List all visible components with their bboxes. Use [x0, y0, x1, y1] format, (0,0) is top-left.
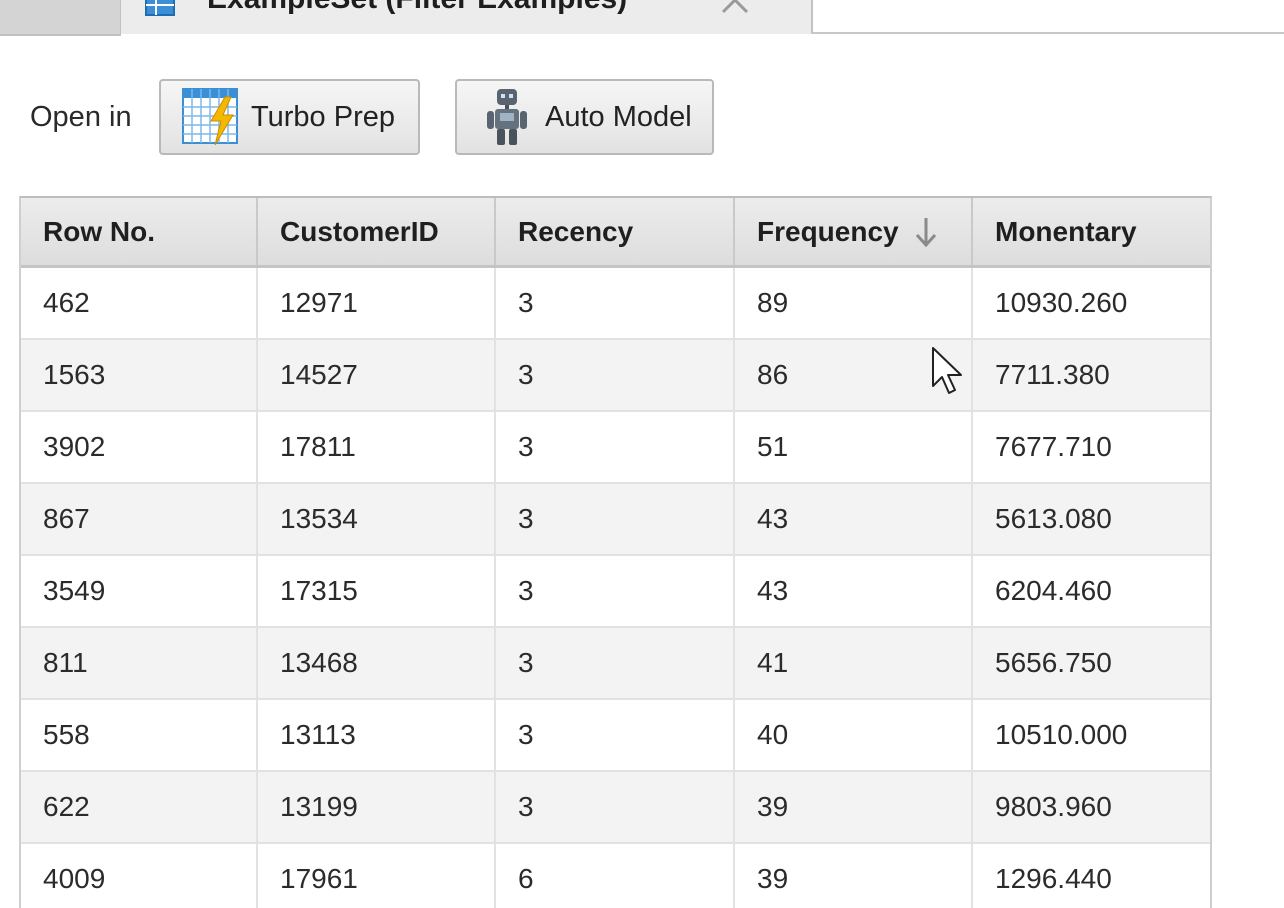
- table-row[interactable]: 462 12971 3 89 10930.260: [21, 268, 1210, 340]
- table-cell: 1563: [21, 340, 258, 410]
- turbo-prep-icon: [182, 88, 238, 146]
- table-cell: 3: [496, 556, 735, 626]
- table-cell: 622: [21, 772, 258, 842]
- table-cell: 86: [735, 340, 973, 410]
- column-header-label: CustomerID: [280, 215, 439, 247]
- table-cell: 10930.260: [995, 287, 1128, 318]
- table-cell: 14527: [258, 340, 496, 410]
- table-cell: 3: [496, 628, 735, 698]
- table-cell: 39: [735, 844, 973, 908]
- table-cell: 3: [496, 340, 735, 410]
- table-cell: 17315: [258, 556, 496, 626]
- table-cell: 3: [496, 484, 735, 554]
- open-in-label: Open in: [30, 101, 132, 133]
- tab-strip: ExampleSet (Filter Examples): [0, 0, 1284, 36]
- table-cell: 3902: [21, 412, 258, 482]
- column-header-label: Row No.: [43, 215, 155, 247]
- table-cell: 5613.080: [995, 503, 1112, 534]
- data-table: Row No. CustomerID Recency Frequency Mon…: [19, 196, 1212, 908]
- table-row[interactable]: 622 13199 3 39 9803.960: [21, 772, 1210, 844]
- table-row[interactable]: 1563 14527 3 86 7711.380: [21, 340, 1210, 412]
- robot-icon: [487, 89, 527, 145]
- table-cell: 51: [735, 412, 973, 482]
- table-cell: 89: [735, 268, 973, 338]
- table-cell: 811: [21, 628, 258, 698]
- table-cell: 867: [21, 484, 258, 554]
- auto-model-label: Auto Model: [545, 100, 692, 133]
- table-cell: 13534: [258, 484, 496, 554]
- table-cell: 43: [735, 484, 973, 554]
- turbo-prep-label: Turbo Prep: [251, 100, 395, 133]
- table-cell: 41: [735, 628, 973, 698]
- auto-model-button[interactable]: Auto Model: [455, 79, 714, 155]
- table-cell: 462: [21, 268, 258, 338]
- column-header-row-no[interactable]: Row No.: [21, 198, 258, 265]
- table-cell: 3: [496, 772, 735, 842]
- close-icon[interactable]: [717, 0, 753, 18]
- table-row[interactable]: 811 13468 3 41 5656.750: [21, 628, 1210, 700]
- table-cell: 3: [496, 268, 735, 338]
- table-cell: 13199: [258, 772, 496, 842]
- table-cell: 13113: [258, 700, 496, 770]
- tab-previous[interactable]: [0, 0, 121, 36]
- table-cell: 17811: [258, 412, 496, 482]
- table-cell: 6204.460: [995, 575, 1112, 606]
- column-header-label: Recency: [518, 215, 634, 247]
- table-header: Row No. CustomerID Recency Frequency Mon…: [21, 198, 1210, 268]
- table-cell: 4009: [21, 844, 258, 908]
- column-header-recency[interactable]: Recency: [496, 198, 735, 265]
- column-header-monentary[interactable]: Monentary: [973, 198, 1210, 265]
- column-header-label: Monentary: [995, 215, 1137, 247]
- table-cell: 13468: [258, 628, 496, 698]
- turbo-prep-button[interactable]: Turbo Prep: [159, 79, 420, 155]
- tab-title: ExampleSet (Filter Examples): [207, 0, 627, 16]
- table-cell: 3: [496, 700, 735, 770]
- column-header-label: Frequency: [757, 215, 899, 247]
- table-cell: 7677.710: [995, 431, 1112, 462]
- table-cell: 7711.380: [995, 359, 1110, 390]
- table-row[interactable]: 558 13113 3 40 10510.000: [21, 700, 1210, 772]
- table-cell: 1296.440: [995, 863, 1112, 894]
- table-cell: 3: [496, 412, 735, 482]
- table-cell: 43: [735, 556, 973, 626]
- table-cell: 6: [496, 844, 735, 908]
- table-icon: [145, 0, 175, 16]
- table-cell: 558: [21, 700, 258, 770]
- table-cell: 10510.000: [995, 719, 1128, 750]
- column-header-customerid[interactable]: CustomerID: [258, 198, 496, 265]
- sort-down-arrow-icon: [915, 217, 936, 247]
- table-cell: 5656.750: [995, 647, 1112, 678]
- table-row[interactable]: 867 13534 3 43 5613.080: [21, 484, 1210, 556]
- table-cell: 9803.960: [995, 791, 1112, 822]
- tab-exampleset-filter-examples[interactable]: ExampleSet (Filter Examples): [121, 0, 813, 34]
- table-row[interactable]: 3902 17811 3 51 7677.710: [21, 412, 1210, 484]
- table-cell: 12971: [258, 268, 496, 338]
- tab-strip-divider: [811, 32, 1284, 34]
- table-cell: 39: [735, 772, 973, 842]
- table-row[interactable]: 4009 17961 6 39 1296.440: [21, 844, 1210, 908]
- results-view: ExampleSet (Filter Examples) Open in: [0, 0, 1284, 908]
- column-header-frequency[interactable]: Frequency: [735, 198, 973, 265]
- table-row[interactable]: 3549 17315 3 43 6204.460: [21, 556, 1210, 628]
- table-cell: 3549: [21, 556, 258, 626]
- table-cell: 40: [735, 700, 973, 770]
- table-cell: 17961: [258, 844, 496, 908]
